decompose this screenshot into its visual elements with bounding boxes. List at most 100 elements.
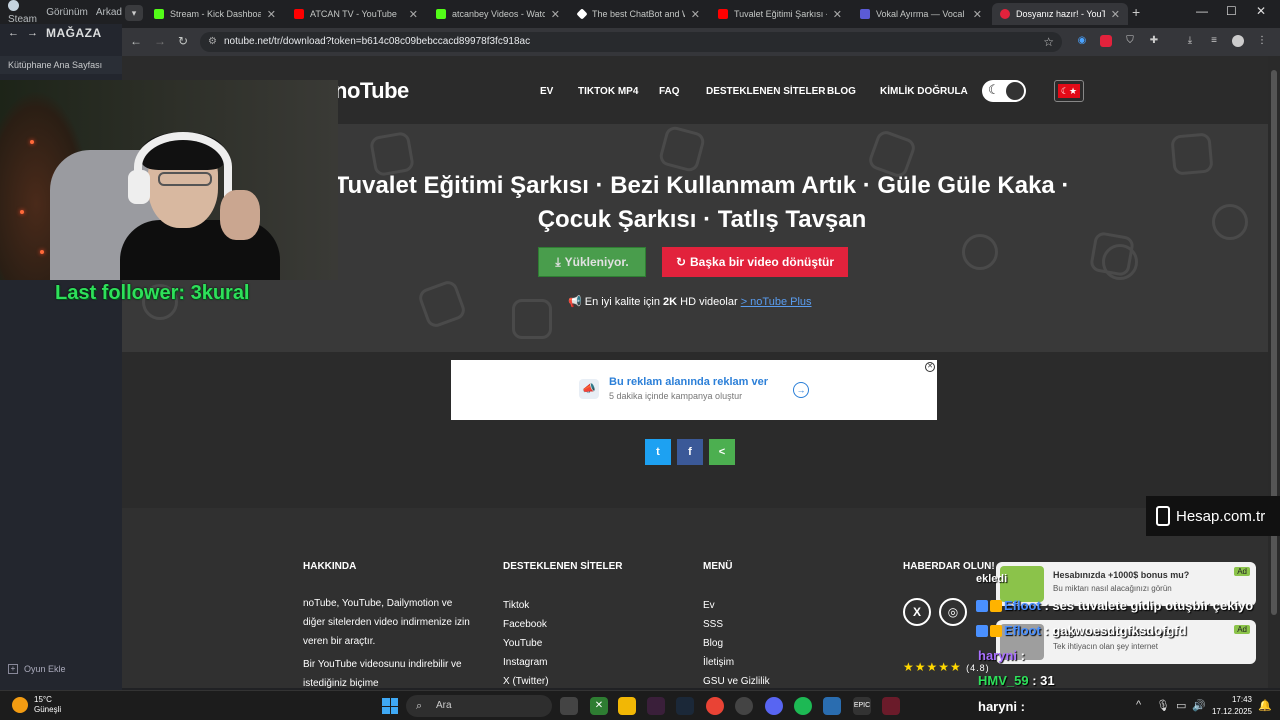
- tab-tuvalet-egitimi[interactable]: Tuvalet Eğitimi Şarkısı - Be ✕: [710, 3, 850, 25]
- arrow-right-icon[interactable]: →: [793, 382, 809, 398]
- back-arrow-icon[interactable]: ←: [130, 34, 142, 48]
- notube-plus-link[interactable]: > noTube Plus: [741, 296, 812, 308]
- footer-link-tiktok[interactable]: Tiktok: [503, 596, 549, 615]
- steam-back-icon[interactable]: ←: [8, 27, 19, 39]
- close-icon[interactable]: ✕: [1111, 8, 1120, 21]
- xbox-icon[interactable]: ✕: [590, 697, 608, 715]
- x-twitter-icon[interactable]: X: [903, 598, 931, 626]
- share-twitter-button[interactable]: t: [645, 439, 671, 465]
- windows-start-icon[interactable]: [382, 698, 398, 714]
- network-icon[interactable]: ▭: [1176, 699, 1186, 712]
- footer-link-youtube[interactable]: YouTube: [503, 634, 549, 653]
- spotify-icon[interactable]: [794, 697, 812, 715]
- extension-audio-icon[interactable]: ◉: [1076, 35, 1088, 47]
- weather-widget[interactable]: 15°C Güneşli: [12, 695, 61, 715]
- dark-mode-toggle[interactable]: ☾: [982, 80, 1026, 102]
- taskbar-clock[interactable]: 17:43 17.12.2025: [1200, 694, 1252, 718]
- steam-menu-view[interactable]: Görünüm: [46, 7, 88, 18]
- close-icon[interactable]: ✕: [833, 8, 842, 21]
- tab-dosyaniz-hazir[interactable]: Dosyanız hazır! - YouTube ✕: [992, 3, 1128, 25]
- footer-link-instagram[interactable]: Instagram: [503, 653, 549, 672]
- steam-store-title[interactable]: MAĞAZA: [46, 26, 102, 40]
- tab-chatbot[interactable]: The best ChatBot and Wid ✕: [570, 3, 708, 25]
- footer-link-faq[interactable]: SSS: [703, 615, 770, 634]
- site-logo[interactable]: noTube: [334, 78, 409, 104]
- app-icon[interactable]: [823, 697, 841, 715]
- nav-blog[interactable]: BLOG: [827, 86, 856, 97]
- plus-icon: +: [8, 664, 18, 674]
- tab-atcanbey-videos[interactable]: atcanbey Videos - Watch Clips ✕: [428, 3, 568, 25]
- footer-link-blog[interactable]: Blog: [703, 634, 770, 653]
- tab-vokal-ayirma[interactable]: Vokal Ayırma — Vocal Rem ✕: [852, 3, 990, 25]
- steam-library-home[interactable]: Kütüphane Ana Sayfası: [0, 56, 122, 74]
- steam-menu-steam[interactable]: Steam: [8, 0, 38, 25]
- footer-link-contact[interactable]: İletişim: [703, 653, 770, 672]
- extension-shield-icon[interactable]: ⛉: [1124, 35, 1136, 47]
- ad-banner[interactable]: 📣 Bu reklam alanında reklam ver 5 dakika…: [451, 360, 937, 420]
- task-view-icon[interactable]: [560, 697, 578, 715]
- steam-forward-icon[interactable]: →: [27, 27, 38, 39]
- bookmark-star-icon[interactable]: ☆: [1043, 32, 1054, 52]
- extension-youtube-icon[interactable]: [1100, 35, 1112, 47]
- profile-avatar[interactable]: [1232, 35, 1244, 47]
- footer-menu-list: Ev SSS Blog İletişim GSU ve Gizlilik: [703, 596, 770, 688]
- reading-list-icon[interactable]: ≡: [1208, 35, 1220, 47]
- footer-link-home[interactable]: Ev: [703, 596, 770, 615]
- footer-link-privacy[interactable]: GSU ve Gizlilik: [703, 672, 770, 688]
- reload-icon[interactable]: ↻: [178, 34, 188, 48]
- instagram-icon[interactable]: ◎: [939, 598, 967, 626]
- hesap-logo-icon: [1156, 506, 1170, 526]
- close-icon[interactable]: ✕: [267, 8, 276, 21]
- ad-close-icon[interactable]: ✕: [925, 362, 935, 372]
- microphone-icon[interactable]: 🎙: [1156, 699, 1170, 712]
- downloads-icon[interactable]: ⤓: [1184, 35, 1196, 47]
- new-tab-plus-icon[interactable]: +: [1132, 4, 1140, 20]
- file-explorer-icon[interactable]: [618, 697, 636, 715]
- footer-link-facebook[interactable]: Facebook: [503, 615, 549, 634]
- nav-supported-sites[interactable]: DESTEKLENEN SİTELER: [706, 86, 825, 97]
- extensions-puzzle-icon[interactable]: ✚: [1148, 35, 1160, 47]
- notification-bell-icon[interactable]: 🔔: [1258, 699, 1272, 712]
- share-other-button[interactable]: <: [709, 439, 735, 465]
- ad-title[interactable]: Bu reklam alanında reklam ver: [609, 376, 768, 388]
- epic-games-icon[interactable]: EPIC: [853, 697, 871, 715]
- windows-taskbar: 15°C Güneşli ⌕ Ara ✕ EPIC ^ 🎙 ▭ 🔊 17:43 …: [0, 690, 1280, 720]
- rating-stars: ★★★★★ (4.8): [903, 660, 990, 674]
- nav-home[interactable]: EV: [540, 86, 553, 97]
- close-icon[interactable]: ✕: [551, 8, 560, 21]
- page-scrollbar[interactable]: [1268, 56, 1280, 688]
- convert-another-button[interactable]: ↻ Başka bir video dönüştür: [662, 247, 848, 277]
- app-icon[interactable]: [647, 697, 665, 715]
- menu-kebab-icon[interactable]: ⋮: [1256, 35, 1268, 47]
- nav-verify-identity[interactable]: KİMLİK DOĞRULA: [880, 86, 968, 97]
- site-settings-icon[interactable]: ⚙: [208, 32, 217, 52]
- tab-atcan-youtube[interactable]: ATCAN TV - YouTube ✕: [286, 3, 426, 25]
- close-window-icon[interactable]: ✕: [1256, 4, 1266, 18]
- steam-add-game-button[interactable]: + Oyun Ekle: [8, 664, 66, 674]
- close-icon[interactable]: ✕: [691, 8, 700, 21]
- share-facebook-button[interactable]: f: [677, 439, 703, 465]
- steam-icon[interactable]: [676, 697, 694, 715]
- discord-icon[interactable]: [765, 697, 783, 715]
- taskbar-search[interactable]: ⌕ Ara: [406, 695, 552, 717]
- footer-link-x[interactable]: X (Twitter): [503, 672, 549, 688]
- nav-faq[interactable]: FAQ: [659, 86, 680, 97]
- minimize-icon[interactable]: —: [1196, 4, 1208, 18]
- language-selector[interactable]: ☾★: [1054, 80, 1084, 102]
- footer-about-text: noTube, YouTube, Dailymotion ve diğer si…: [303, 598, 470, 688]
- tab-kick-dashboard[interactable]: Stream - Kick Dashboard ✕: [146, 3, 284, 25]
- chrome-icon[interactable]: [706, 697, 724, 715]
- tab-search-chevron-icon[interactable]: ▾: [125, 5, 143, 21]
- forward-arrow-icon[interactable]: →: [154, 34, 166, 48]
- ad-badge: Ad: [1234, 625, 1250, 634]
- close-icon[interactable]: ✕: [409, 8, 418, 21]
- obs-icon[interactable]: [882, 697, 900, 715]
- app-icon[interactable]: [735, 697, 753, 715]
- tray-chevron-icon[interactable]: ^: [1136, 699, 1141, 711]
- address-bar[interactable]: ⚙ notube.net/tr/download?token=b614c08c0…: [200, 32, 1062, 52]
- maximize-icon[interactable]: ☐: [1226, 4, 1237, 18]
- nav-tiktok-mp4[interactable]: TIKTOK MP4: [578, 86, 638, 97]
- download-button[interactable]: ⤓ Yükleniyor.: [538, 247, 646, 277]
- close-icon[interactable]: ✕: [973, 8, 982, 21]
- steam-menu-friends[interactable]: Arkad: [96, 7, 122, 18]
